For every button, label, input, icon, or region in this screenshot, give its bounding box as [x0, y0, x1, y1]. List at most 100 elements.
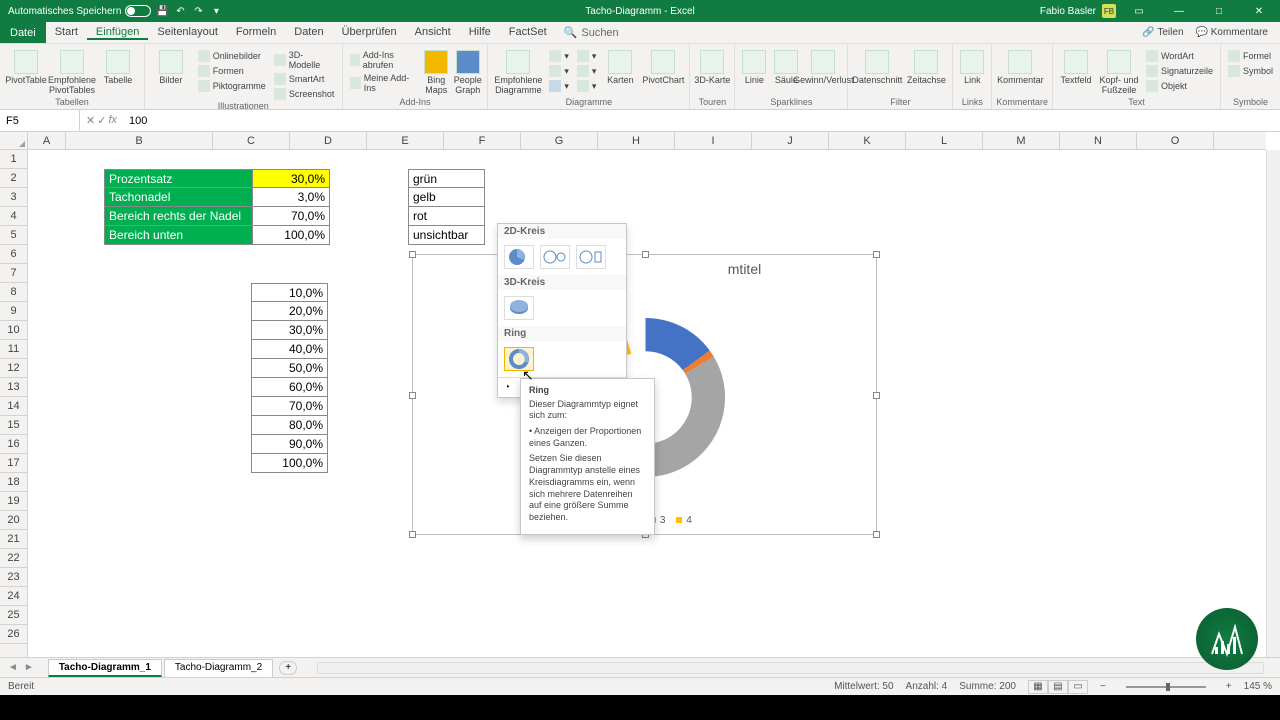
row-header[interactable]: 26 [0, 625, 27, 644]
row-header[interactable]: 16 [0, 435, 27, 454]
signature-button[interactable]: Signaturzeile [1143, 64, 1216, 78]
page-break-view-icon[interactable]: ▭ [1068, 680, 1088, 694]
row-header[interactable]: 13 [0, 378, 27, 397]
row-header[interactable]: 18 [0, 473, 27, 492]
link-button[interactable]: Link [957, 46, 987, 86]
user-name[interactable]: Fabio Basler [1040, 6, 1096, 17]
row-header[interactable]: 23 [0, 568, 27, 587]
row-header[interactable]: 10 [0, 321, 27, 340]
row-header[interactable]: 11 [0, 340, 27, 359]
table-row[interactable]: Bereich unten100,0% [104, 226, 330, 245]
chart-title[interactable]: mtitel [413, 255, 876, 277]
column-header[interactable]: K [829, 132, 906, 149]
row-header[interactable]: 8 [0, 283, 27, 302]
icons-button[interactable]: Piktogramme [195, 79, 269, 93]
data-table-percentages[interactable]: 10,0%20,0%30,0%40,0%50,0%60,0%70,0%80,0%… [251, 283, 328, 473]
wordart-button[interactable]: WordArt [1143, 49, 1216, 63]
undo-icon[interactable]: ↶ [173, 4, 187, 18]
table-row[interactable]: 30,0% [251, 321, 328, 340]
close-icon[interactable]: ✕ [1242, 0, 1276, 22]
pie-2d-option[interactable] [504, 245, 534, 269]
table-row[interactable]: 50,0% [251, 359, 328, 378]
resize-handle[interactable] [409, 531, 416, 538]
row-header[interactable]: 19 [0, 492, 27, 511]
normal-view-icon[interactable]: ▦ [1028, 680, 1048, 694]
doughnut-option[interactable] [504, 347, 534, 371]
maps-button[interactable]: Karten [601, 46, 639, 86]
row-header[interactable]: 24 [0, 587, 27, 606]
save-icon[interactable]: 💾 [155, 4, 169, 18]
timeline-button[interactable]: Zeitachse [904, 46, 948, 86]
fx-icon[interactable]: fx [108, 114, 117, 127]
3d-map-button[interactable]: 3D-Karte [694, 46, 730, 86]
column-header[interactable]: C [213, 132, 290, 149]
ribbon-tab-factset[interactable]: FactSet [500, 26, 556, 38]
add-sheet-button[interactable]: + [279, 661, 297, 675]
qat-customize-icon[interactable]: ▾ [209, 4, 223, 18]
row-header[interactable]: 2 [0, 169, 27, 188]
file-tab[interactable]: Datei [0, 22, 46, 43]
zoom-slider[interactable] [1126, 686, 1206, 688]
sheet-nav-prev-icon[interactable]: ◄ [8, 662, 18, 673]
ribbon-tab-hilfe[interactable]: Hilfe [460, 26, 500, 38]
combo-chart-icon[interactable]: ▾ [574, 79, 600, 93]
name-box[interactable]: F5 [0, 110, 80, 131]
autosave-toggle[interactable]: Automatisches Speichern [8, 5, 151, 17]
formula-input[interactable]: 100 [123, 115, 1280, 127]
resize-handle[interactable] [409, 251, 416, 258]
column-header[interactable]: F [444, 132, 521, 149]
get-addins-button[interactable]: Add-Ins abrufen [347, 49, 421, 71]
row-header[interactable]: 25 [0, 606, 27, 625]
zoom-out-button[interactable]: − [1100, 681, 1106, 692]
zoom-in-button[interactable]: + [1226, 681, 1232, 692]
accept-formula-icon[interactable]: ✓ [97, 114, 106, 127]
column-header[interactable]: A [28, 132, 66, 149]
table-row[interactable]: 10,0% [251, 283, 328, 302]
table-button[interactable]: Tabelle [96, 46, 140, 86]
row-header[interactable]: 12 [0, 359, 27, 378]
column-header[interactable]: I [675, 132, 752, 149]
hierarchy-chart-icon[interactable]: ▾ [546, 64, 572, 78]
textbox-button[interactable]: Textfeld [1057, 46, 1095, 86]
pivottable-button[interactable]: PivotTable [4, 46, 48, 86]
comments-button[interactable]: 💬 Kommentare [1196, 27, 1268, 38]
row-header[interactable]: 3 [0, 188, 27, 207]
table-row[interactable]: 40,0% [251, 340, 328, 359]
cancel-formula-icon[interactable]: ✕ [86, 114, 95, 127]
column-header[interactable]: J [752, 132, 829, 149]
table-row[interactable]: grün [408, 169, 485, 188]
column-header[interactable]: D [290, 132, 367, 149]
table-row[interactable]: 70,0% [251, 397, 328, 416]
select-all-corner[interactable] [0, 132, 28, 150]
online-pictures-button[interactable]: Onlinebilder [195, 49, 269, 63]
pie-3d-option[interactable] [504, 296, 534, 320]
sheet-nav-next-icon[interactable]: ► [24, 662, 34, 673]
recommended-charts-button[interactable]: Empfohlene Diagramme [492, 46, 544, 96]
horizontal-scrollbar[interactable] [317, 662, 1264, 674]
row-header[interactable]: 7 [0, 264, 27, 283]
row-header[interactable]: 20 [0, 511, 27, 530]
table-row[interactable]: 90,0% [251, 435, 328, 454]
share-button[interactable]: 🔗 Teilen [1142, 27, 1183, 38]
bar-of-pie-option[interactable] [576, 245, 606, 269]
zoom-level[interactable]: 145 % [1244, 681, 1272, 692]
pivotchart-button[interactable]: PivotChart [641, 46, 685, 86]
ribbon-tab-formeln[interactable]: Formeln [227, 26, 285, 38]
resize-handle[interactable] [642, 251, 649, 258]
resize-handle[interactable] [409, 392, 416, 399]
column-header[interactable]: H [598, 132, 675, 149]
people-graph-button[interactable]: People Graph [452, 46, 483, 96]
row-header[interactable]: 1 [0, 150, 27, 169]
sparkline-winloss-button[interactable]: Gewinn/Verlust [803, 46, 843, 86]
user-avatar[interactable]: FB [1102, 4, 1116, 18]
table-row[interactable]: 20,0% [251, 302, 328, 321]
maximize-icon[interactable]: □ [1202, 0, 1236, 22]
comment-button[interactable]: Kommentar [996, 46, 1044, 86]
resize-handle[interactable] [873, 531, 880, 538]
sparkline-line-button[interactable]: Linie [739, 46, 769, 86]
column-header[interactable]: G [521, 132, 598, 149]
table-row[interactable]: 80,0% [251, 416, 328, 435]
statistic-chart-icon[interactable]: ▾ [574, 64, 600, 78]
ribbon-tab-start[interactable]: Start [46, 26, 87, 38]
table-row[interactable]: 100,0% [251, 454, 328, 473]
